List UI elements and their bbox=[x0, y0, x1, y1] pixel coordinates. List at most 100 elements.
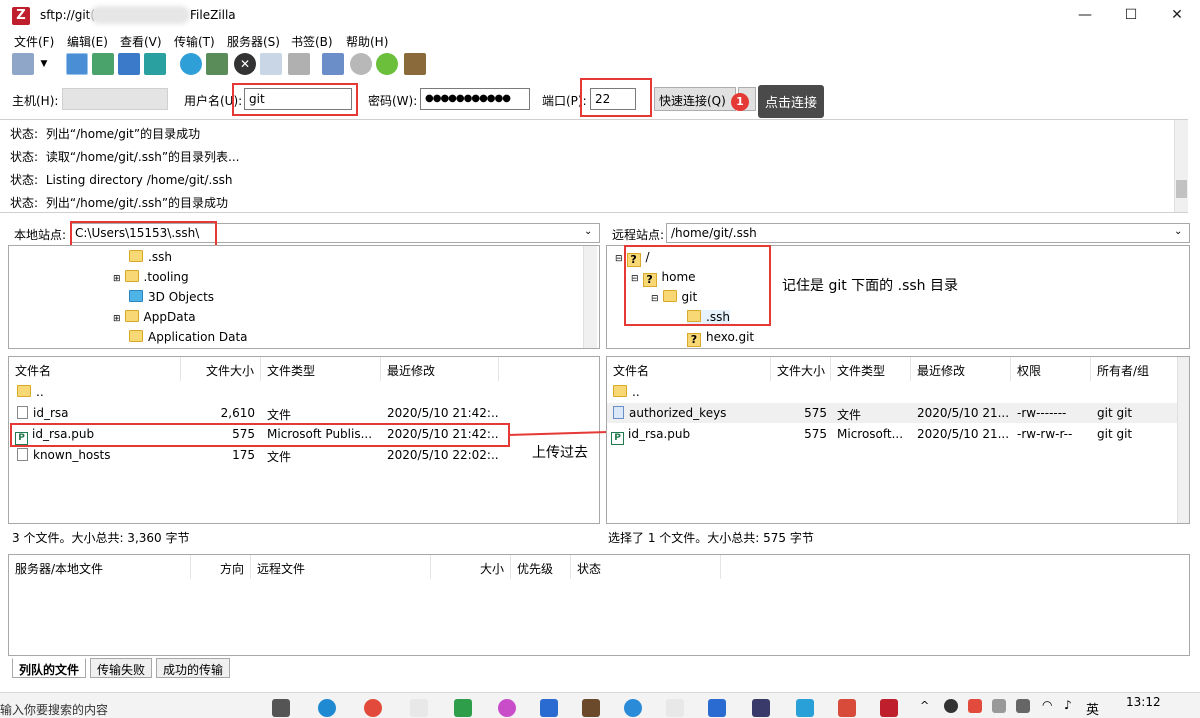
filezilla-taskbar-icon[interactable] bbox=[880, 699, 898, 717]
toggle-remote-tree-icon[interactable] bbox=[118, 53, 140, 75]
app-icon[interactable] bbox=[752, 699, 770, 717]
queue-col-direction[interactable]: 方向 bbox=[191, 555, 251, 579]
queue-col-priority[interactable]: 优先级 bbox=[511, 555, 571, 579]
git-icon[interactable] bbox=[838, 699, 856, 717]
menu-file[interactable]: 文件(F) bbox=[14, 33, 54, 50]
remote-list-scrollbar[interactable] bbox=[1177, 357, 1189, 523]
chrome-icon[interactable] bbox=[364, 699, 382, 717]
log-scroll-thumb[interactable] bbox=[1176, 180, 1187, 198]
expand-icon[interactable]: ⊞ bbox=[113, 274, 121, 284]
tray-icon[interactable] bbox=[968, 699, 982, 713]
col-modified[interactable]: 最近修改 bbox=[381, 357, 499, 381]
reconnect-icon[interactable] bbox=[288, 53, 310, 75]
chevron-down-icon[interactable]: ⌄ bbox=[1174, 226, 1182, 237]
menu-transfer[interactable]: 传输(T) bbox=[174, 33, 215, 50]
wifi-icon[interactable]: ◠ bbox=[1042, 698, 1052, 712]
tray-icon[interactable] bbox=[1016, 699, 1030, 713]
chevron-up-icon[interactable]: ^ bbox=[920, 699, 929, 712]
tab-failed-transfers[interactable]: 传输失败 bbox=[90, 658, 153, 678]
queue-col-server[interactable]: 服务器/本地文件 bbox=[9, 555, 191, 579]
tab-queued-files[interactable]: 列队的文件 bbox=[12, 658, 87, 678]
file-owner: git git bbox=[1097, 427, 1133, 441]
col-permissions[interactable]: 权限 bbox=[1011, 357, 1091, 381]
site-manager-icon[interactable] bbox=[12, 53, 34, 75]
col-modified[interactable]: 最近修改 bbox=[911, 357, 1011, 381]
tab-successful-transfers[interactable]: 成功的传输 bbox=[156, 658, 231, 678]
tree-item[interactable]: ? hexo.git bbox=[687, 330, 754, 347]
quickconnect-button[interactable]: 快速连接(Q) bbox=[654, 87, 736, 111]
chevron-down-icon[interactable]: ▼ bbox=[38, 53, 50, 75]
toggle-local-tree-icon[interactable] bbox=[92, 53, 114, 75]
col-filesize[interactable]: 文件大小 bbox=[181, 357, 261, 381]
tree-item[interactable]: ⊞ .tooling bbox=[113, 270, 189, 284]
col-filetype[interactable]: 文件类型 bbox=[831, 357, 911, 381]
minimize-icon[interactable]: — bbox=[1062, 0, 1108, 32]
menu-view[interactable]: 查看(V) bbox=[120, 33, 162, 50]
app-icon[interactable] bbox=[666, 699, 684, 717]
local-tree-scrollbar[interactable] bbox=[583, 246, 597, 348]
col-filesize[interactable]: 文件大小 bbox=[771, 357, 831, 381]
menu-bookmarks[interactable]: 书签(B) bbox=[291, 33, 333, 50]
task-view-icon[interactable] bbox=[272, 699, 290, 717]
menu-edit[interactable]: 编辑(E) bbox=[67, 33, 108, 50]
menu-help[interactable]: 帮助(H) bbox=[346, 33, 388, 50]
col-owner[interactable]: 所有者/组 bbox=[1091, 357, 1189, 381]
tray-icon[interactable] bbox=[992, 699, 1006, 713]
file-name[interactable]: Pid_rsa.pub bbox=[611, 427, 767, 445]
app-icon[interactable] bbox=[708, 699, 726, 717]
cancel-icon[interactable]: ✕ bbox=[234, 53, 256, 75]
log-scrollbar[interactable] bbox=[1174, 120, 1188, 212]
col-filetype[interactable]: 文件类型 bbox=[261, 357, 381, 381]
file-size: 175 bbox=[232, 448, 255, 462]
directory-listing-filter-icon[interactable] bbox=[322, 53, 344, 75]
sort-arrow-icon: ^ bbox=[93, 356, 101, 364]
app-icon[interactable] bbox=[410, 699, 428, 717]
queue-col-remote[interactable]: 远程文件 bbox=[251, 555, 431, 579]
app-icon[interactable] bbox=[582, 699, 600, 717]
menu-server[interactable]: 服务器(S) bbox=[227, 33, 280, 50]
file-name[interactable]: authorized_keys bbox=[613, 406, 769, 420]
file-row-parent[interactable]: .. bbox=[613, 385, 640, 399]
clock[interactable]: 13:12 bbox=[1126, 695, 1161, 709]
collapse-icon[interactable]: ⊟ bbox=[615, 254, 623, 264]
close-icon[interactable]: ✕ bbox=[1154, 0, 1200, 32]
transfer-queue: 服务器/本地文件 方向 远程文件 大小 优先级 状态 bbox=[8, 554, 1190, 656]
tree-item[interactable]: .ssh bbox=[129, 250, 172, 264]
file-permissions: -rw------- bbox=[1017, 406, 1067, 420]
find-files-icon[interactable] bbox=[404, 53, 426, 75]
process-queue-icon[interactable] bbox=[206, 53, 228, 75]
chevron-down-icon[interactable]: ⌄ bbox=[584, 226, 592, 237]
file-row-parent[interactable]: .. bbox=[17, 385, 44, 399]
sync-browsing-icon[interactable] bbox=[376, 53, 398, 75]
file-name[interactable]: id_rsa bbox=[17, 406, 177, 420]
hbuilder-icon[interactable] bbox=[454, 699, 472, 717]
queue-col-status[interactable]: 状态 bbox=[571, 555, 721, 579]
taskbar-search-box[interactable]: 输入你要搜索的内容 bbox=[0, 701, 108, 718]
refresh-icon[interactable] bbox=[180, 53, 202, 75]
toggle-log-icon[interactable] bbox=[66, 53, 88, 75]
col-filename[interactable]: 文件名 bbox=[607, 357, 771, 381]
disconnect-icon[interactable] bbox=[260, 53, 282, 75]
app-icon[interactable] bbox=[540, 699, 558, 717]
maximize-icon[interactable]: ☐ bbox=[1108, 0, 1154, 32]
app-icon[interactable] bbox=[796, 699, 814, 717]
search-icon[interactable] bbox=[350, 53, 372, 75]
edge-icon[interactable] bbox=[318, 699, 336, 717]
tray-icon[interactable] bbox=[944, 699, 958, 713]
expand-icon[interactable]: ⊞ bbox=[113, 314, 121, 324]
toggle-queue-icon[interactable] bbox=[144, 53, 166, 75]
tree-item[interactable]: ⊞ AppData bbox=[113, 310, 196, 324]
host-input[interactable] bbox=[62, 88, 168, 110]
volume-icon[interactable]: ♪ bbox=[1064, 698, 1072, 712]
app-icon[interactable] bbox=[624, 699, 642, 717]
password-input[interactable]: ●●●●●●●●●●● bbox=[420, 88, 530, 110]
remote-path-input[interactable]: /home/git/.ssh bbox=[666, 223, 1190, 243]
file-name[interactable]: known_hosts bbox=[17, 448, 177, 462]
app-icon[interactable] bbox=[498, 699, 516, 717]
tree-item[interactable]: Application Data bbox=[129, 330, 248, 344]
ime-indicator[interactable]: 英 bbox=[1086, 699, 1099, 718]
file-type: 文件 bbox=[267, 408, 292, 422]
menu-bar: 文件(F) 编辑(E) 查看(V) 传输(T) 服务器(S) 书签(B) 帮助(… bbox=[0, 32, 1200, 50]
queue-col-size[interactable]: 大小 bbox=[431, 555, 511, 579]
tree-item[interactable]: 3D Objects bbox=[129, 290, 214, 304]
